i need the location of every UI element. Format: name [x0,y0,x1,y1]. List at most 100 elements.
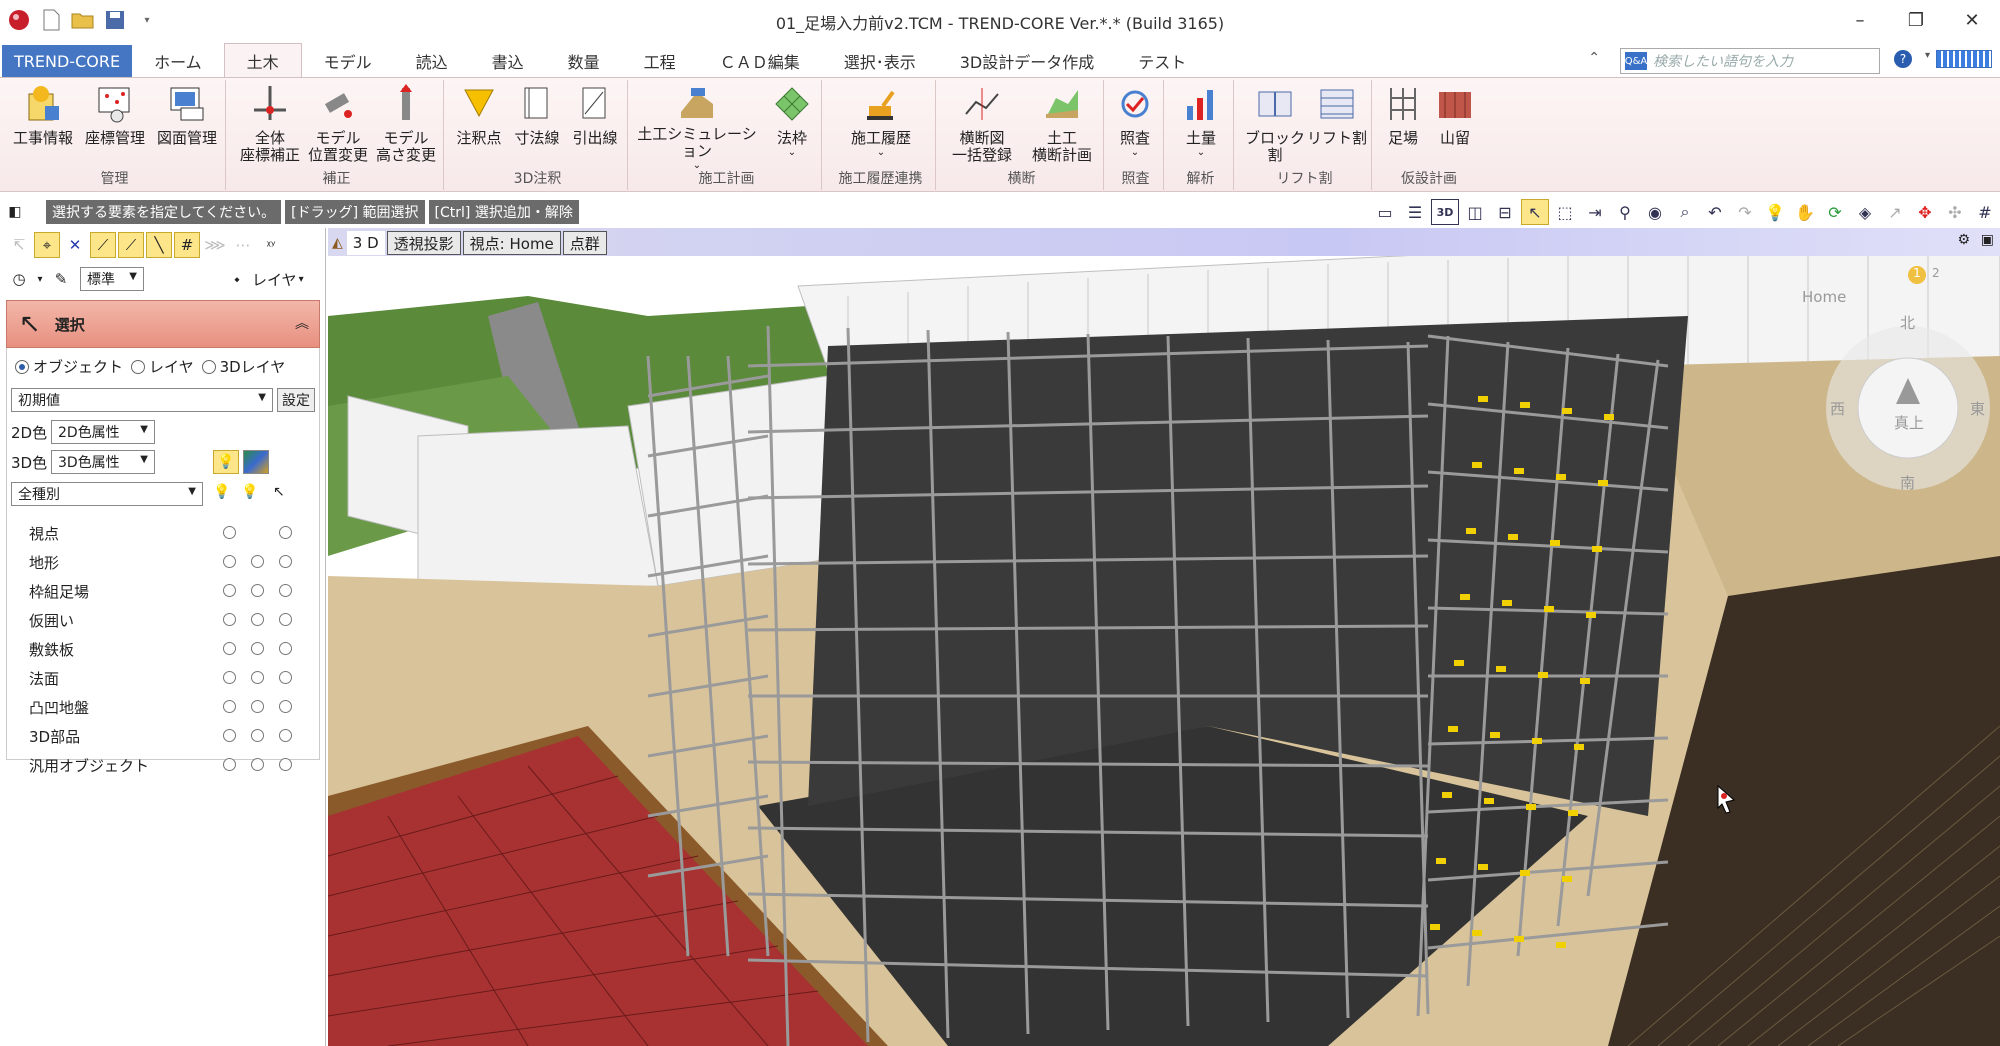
help-search-input[interactable]: Q&A 検索したい語句を入力 [1620,48,1880,74]
select-toggle[interactable] [279,700,292,713]
panel-toggle-icon[interactable]: ◧ [0,204,30,220]
navigation-cube[interactable]: Home 1 2 北 南 西 東 真上 [1790,266,1990,518]
construction-history-button[interactable]: 施工履歴 ⌄ [840,82,922,170]
tab-process[interactable]: 工程 [622,45,698,77]
visible-toggle[interactable] [223,729,236,742]
split-horizontal-icon[interactable]: ⊟ [1491,199,1519,225]
settings-button[interactable]: 設定 [277,388,315,412]
category-row[interactable]: 仮囲い [7,605,321,634]
lock-toggle[interactable] [251,758,264,771]
soil-volume-dropdown-icon[interactable]: ⌄ [1197,147,1205,158]
lock-toggle[interactable] [251,642,264,655]
tab-select-display[interactable]: 選択･表示 [822,45,938,77]
radio-object[interactable] [15,359,29,374]
earth-retaining-button[interactable]: 山留 [1428,82,1482,170]
redo-icon[interactable]: ↷ [1731,199,1759,225]
leader-line-button[interactable]: 引出線 [566,82,624,170]
select-toggle[interactable] [279,584,292,597]
nav-home-label[interactable]: Home [1802,288,1846,306]
select-all-cursor-icon[interactable]: ↖ [273,484,285,500]
nav-page-1[interactable]: 1 [1908,266,1926,284]
split-vertical-icon[interactable]: ◫ [1461,199,1489,225]
coordinate-management-button[interactable]: 座標管理 [80,82,150,170]
viewport-settings-icon[interactable]: ⚙ [1957,232,1970,248]
tab-point-cloud[interactable]: 点群 [562,231,607,255]
global-coordinate-correction-button[interactable]: 全体 座標補正 [236,82,304,170]
model-height-change-button[interactable]: モデル 高さ変更 [372,82,440,170]
3d-viewport[interactable]: ◭ 3 D 透視投影 視点: Home 点群 ⚙ ▣ Home 1 2 北 南 … [328,228,2000,1046]
coordinate-xyz-icon[interactable]: ᵡʸ [258,232,284,258]
save-icon[interactable] [102,7,128,33]
color-palette-icon[interactable] [243,450,269,474]
category-row[interactable]: 3D部品 [7,721,321,750]
lock-toggle[interactable] [251,671,264,684]
layer-dropdown-icon[interactable]: ▾ [299,274,304,285]
select-toggle[interactable] [279,642,292,655]
visible-toggle[interactable] [223,526,236,539]
model-position-change-button[interactable]: モデル 位置変更 [304,82,372,170]
annotation-point-button[interactable]: 注釈点 [450,82,508,170]
tab-test[interactable]: テスト [1116,45,1208,77]
tab-3d-design-data[interactable]: 3D設計データ作成 [938,45,1117,77]
layer-button[interactable]: レイヤ [252,269,297,290]
lock-toggle[interactable] [279,526,292,539]
snap-line-icon[interactable]: ╲ [146,232,172,258]
earthwork-simulation-button[interactable]: 土工シミュレーション ⌄ [632,82,762,171]
display-icon[interactable]: ◉ [1641,199,1669,225]
app-logo-icon[interactable] [6,7,32,33]
collapse-ribbon-icon[interactable]: ⌃ [1588,50,1600,66]
soil-volume-button[interactable]: 土量 ⌄ [1172,82,1230,170]
tab-civil[interactable]: 土木 [223,43,302,77]
visible-toggle[interactable] [223,613,236,626]
nav-top-label[interactable]: 真上 [1894,412,1924,433]
radio-layer[interactable] [131,359,146,374]
category-row[interactable]: 法面 [7,663,321,692]
dimension-line-button[interactable]: 寸法線 [508,82,566,170]
orbit-dropdown-icon[interactable]: ▾ [34,266,46,292]
open-folder-icon[interactable] [70,7,96,33]
preset-dropdown[interactable]: 初期値 ▼ [11,388,273,412]
snap-extend-icon[interactable]: ⋙ [202,232,228,258]
tab-trend-core[interactable]: TREND-CORE [2,45,133,77]
help-icon[interactable]: ? [1894,50,1912,68]
snap-off-icon[interactable]: ↸ [6,232,32,258]
tab-model[interactable]: モデル [302,45,394,77]
visible-toggle[interactable] [223,700,236,713]
filter-icon[interactable]: ⚲ [1611,199,1639,225]
category-row[interactable]: 枠組足場 [7,576,321,605]
slope-frame-dropdown-icon[interactable]: ⌄ [788,147,796,158]
select-panel-header[interactable]: ↖ 選択 ︽ [6,300,320,348]
move-icon[interactable]: ✥ [1911,199,1939,225]
nav-north-label[interactable]: 北 [1900,312,1915,333]
nav-page-2[interactable]: 2 [1932,266,1940,280]
new-file-icon[interactable] [38,7,64,33]
visible-toggle[interactable] [223,555,236,568]
lock-toggle[interactable] [251,555,264,568]
check-dropdown-icon[interactable]: ⌄ [1131,147,1139,158]
tab-cad-edit[interactable]: ＣＡＤ編集 [698,45,822,77]
quick-access-dropdown-icon[interactable]: ▾ [134,7,160,33]
export-icon[interactable]: ⇥ [1581,199,1609,225]
zoom-icon[interactable]: ⌕ [1671,199,1699,225]
category-row[interactable]: 地形 [7,547,321,576]
drawing-management-button[interactable]: 図面管理 [152,82,222,170]
lock-toggle[interactable] [251,584,264,597]
snap-end-icon[interactable]: ⟋ [90,232,116,258]
select-arrow-icon[interactable]: ↖ [1521,199,1549,225]
color-3d-dropdown[interactable]: 3D色属性 ▼ [51,450,155,474]
category-row[interactable]: 汎用オブジェクト [7,750,321,779]
pen-icon[interactable]: ✎ [48,266,74,292]
snap-grid-icon[interactable]: # [174,232,200,258]
tab-perspective[interactable]: 透視投影 [386,231,461,255]
show-all-icon[interactable]: 💡 [213,484,230,500]
snap-intersection-icon[interactable]: ✕ [62,232,88,258]
rotate-icon[interactable]: ✣ [1941,199,1969,225]
tab-viewpoint-home[interactable]: 視点: Home [462,231,561,255]
lift-division-button[interactable]: リフト割 [1304,82,1370,170]
window-icon[interactable]: ▭ [1371,199,1399,225]
color-2d-dropdown[interactable]: 2D色属性 ▼ [51,420,155,444]
maximize-button[interactable]: ❐ [1888,0,1944,40]
help-dropdown-icon[interactable]: ▾ [1925,50,1930,61]
snap-point-icon[interactable]: ⌖ [34,232,60,258]
visible-toggle[interactable] [223,584,236,597]
